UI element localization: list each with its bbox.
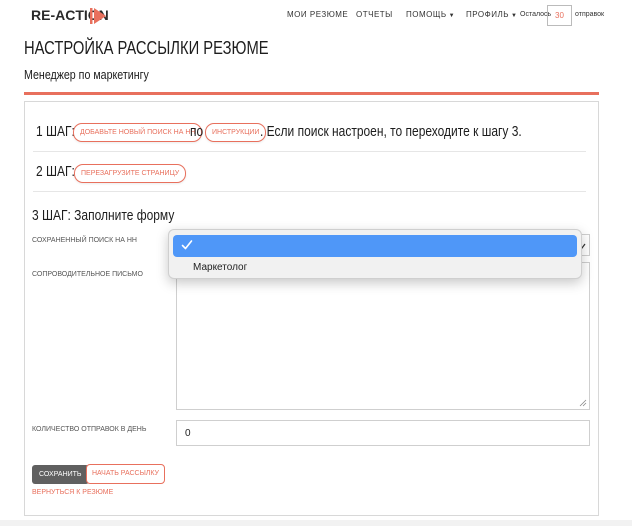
nav-my-resumes[interactable]: МОИ РЕЗЮМЕ (287, 10, 348, 19)
start-mailing-button[interactable]: НАЧАТЬ РАССЫЛКУ (86, 464, 165, 484)
chevron-down-icon: ▼ (510, 13, 518, 19)
step-divider (33, 151, 586, 152)
page-title: НАСТРОЙКА РАССЫЛКИ РЕЗЮМЕ (24, 38, 322, 59)
checkmark-icon (181, 240, 193, 250)
saved-search-dropdown-menu: Маркетолог (168, 229, 582, 279)
top-navbar: RE-ACTION МОИ РЕЗЮМЕ ОТЧЕТЫ ПОМОЩЬ ▼ ПРОФ… (0, 0, 632, 33)
dropdown-option-empty-selected[interactable] (173, 235, 577, 257)
chevron-down-icon: ▼ (448, 13, 456, 19)
nav-help[interactable]: ПОМОЩЬ ▼ (406, 10, 455, 19)
page-subtitle-text: Менеджер по маркетингу (24, 67, 149, 82)
daily-count-input[interactable]: 0 (176, 420, 590, 446)
dropdown-option-marketer[interactable]: Маркетолог (193, 262, 247, 273)
resize-handle-icon[interactable] (579, 399, 587, 407)
save-button[interactable]: СОХРАНИТЬ (32, 465, 89, 484)
step3-label: 3 ШАГ: Заполните форму (32, 207, 210, 224)
nav-help-label: ПОМОЩЬ (406, 10, 447, 19)
title-accent-line (24, 92, 599, 95)
step2-label-text: 2 ШАГ: (36, 163, 75, 180)
step1-by-text: по (190, 123, 206, 140)
step3-label-text: 3 ШАГ: Заполните форму (32, 207, 175, 224)
page-title-text: НАСТРОЙКА РАССЫЛКИ РЕЗЮМЕ (24, 38, 269, 58)
step1-tail-text: . Если поиск настроен, то переходите к ш… (260, 123, 587, 140)
step-divider (33, 191, 586, 192)
bottom-scroll-area (0, 520, 632, 526)
remaining-count-badge: 30 (547, 5, 572, 26)
saved-search-label: СОХРАНЕННЫЙ ПОИСК НА HH (32, 237, 137, 244)
step1-by-text-inner: по (190, 123, 204, 140)
step1-label-text: 1 ШАГ: (36, 123, 75, 140)
add-hh-search-button[interactable]: ДОБАВЬТЕ НОВЫЙ ПОИСК НА HH (73, 123, 203, 142)
step1-tail-text-inner: . Если поиск настроен, то переходите к ш… (260, 123, 522, 140)
nav-reports[interactable]: ОТЧЕТЫ (356, 10, 393, 19)
back-to-resume-link[interactable]: ВЕРНУТЬСЯ К РЕЗЮМЕ (32, 489, 113, 496)
daily-count-label: КОЛИЧЕСТВО ОТПРАВОК В ДЕНЬ (32, 426, 147, 433)
instructions-button[interactable]: ИНСТРУКЦИИ (205, 123, 267, 142)
page-subtitle: Менеджер по маркетингу (24, 67, 176, 82)
reload-page-button[interactable]: ПЕРЕЗАГРУЗИТЕ СТРАНИЦУ (74, 164, 187, 183)
logo-play-icon (90, 8, 106, 24)
cover-letter-label: СОПРОВОДИТЕЛЬНОЕ ПИСЬМО (32, 271, 143, 278)
nav-profile-label: ПРОФИЛЬ (466, 10, 509, 19)
remaining-suffix: отправок (575, 11, 605, 18)
cover-letter-textarea[interactable] (176, 262, 590, 410)
nav-profile[interactable]: ПРОФИЛЬ ▼ (466, 10, 517, 19)
